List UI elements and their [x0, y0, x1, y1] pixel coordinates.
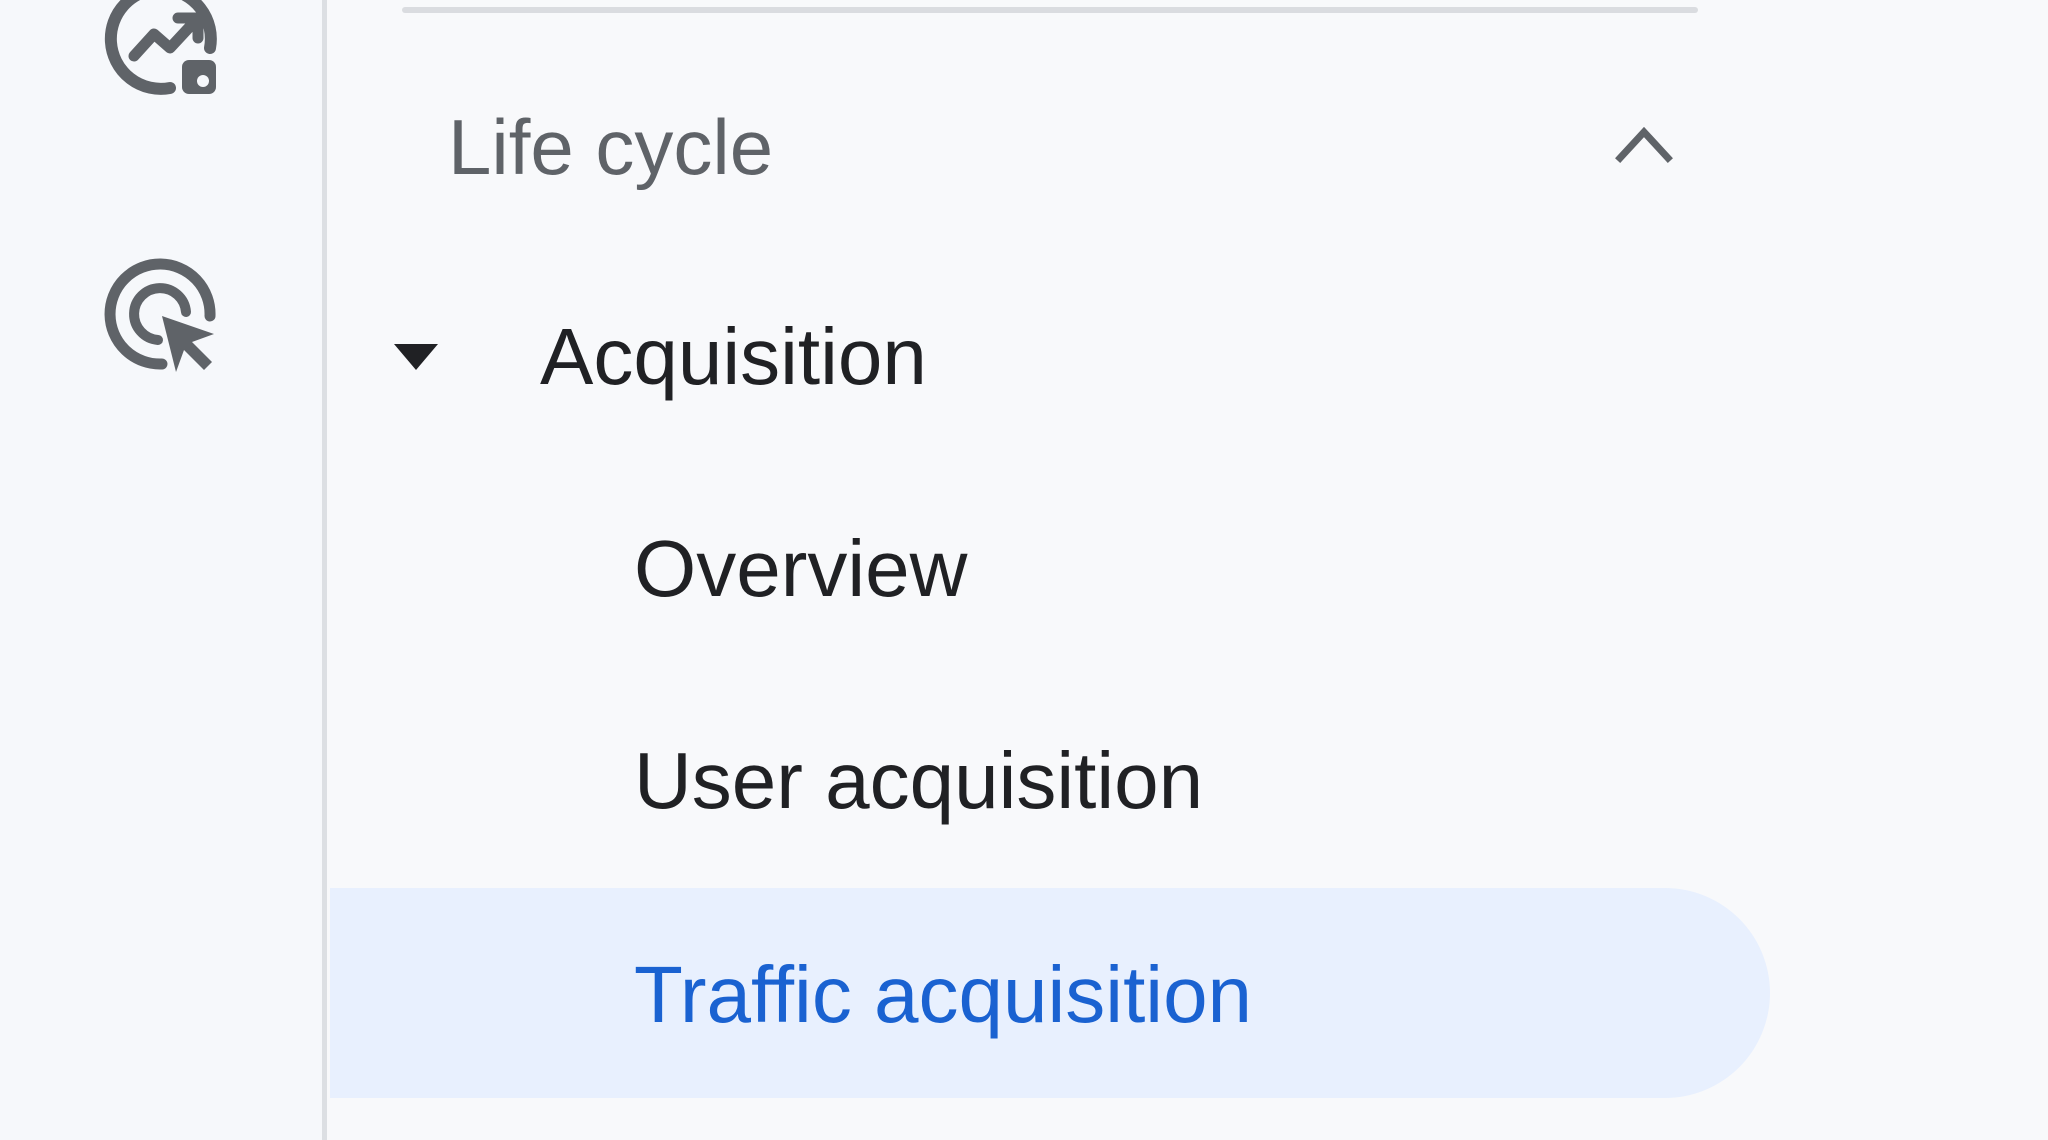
left-nav-rail [0, 0, 322, 1140]
chevron-up-icon[interactable] [1614, 120, 1674, 166]
acquisition-group[interactable]: Acquisition [330, 300, 1770, 420]
nav-item-user-acquisition[interactable]: User acquisition [330, 706, 1770, 856]
nav-item-label: Traffic acquisition [634, 950, 1253, 1039]
rail-divider [322, 0, 327, 1140]
explore-icon[interactable] [100, 254, 232, 386]
nav-item-label: User acquisition [634, 736, 1204, 825]
nav-item-label: Overview [634, 524, 968, 613]
group-label: Acquisition [540, 312, 927, 401]
section-title: Life cycle [448, 103, 774, 191]
section-divider [402, 7, 1698, 13]
nav-item-traffic-acquisition[interactable]: Traffic acquisition [330, 888, 1770, 1098]
life-cycle-section-header[interactable]: Life cycle [402, 86, 1698, 206]
caret-down-icon[interactable] [394, 344, 438, 372]
nav-item-overview[interactable]: Overview [330, 494, 1770, 644]
reports-snapshot-icon[interactable] [100, 0, 232, 110]
